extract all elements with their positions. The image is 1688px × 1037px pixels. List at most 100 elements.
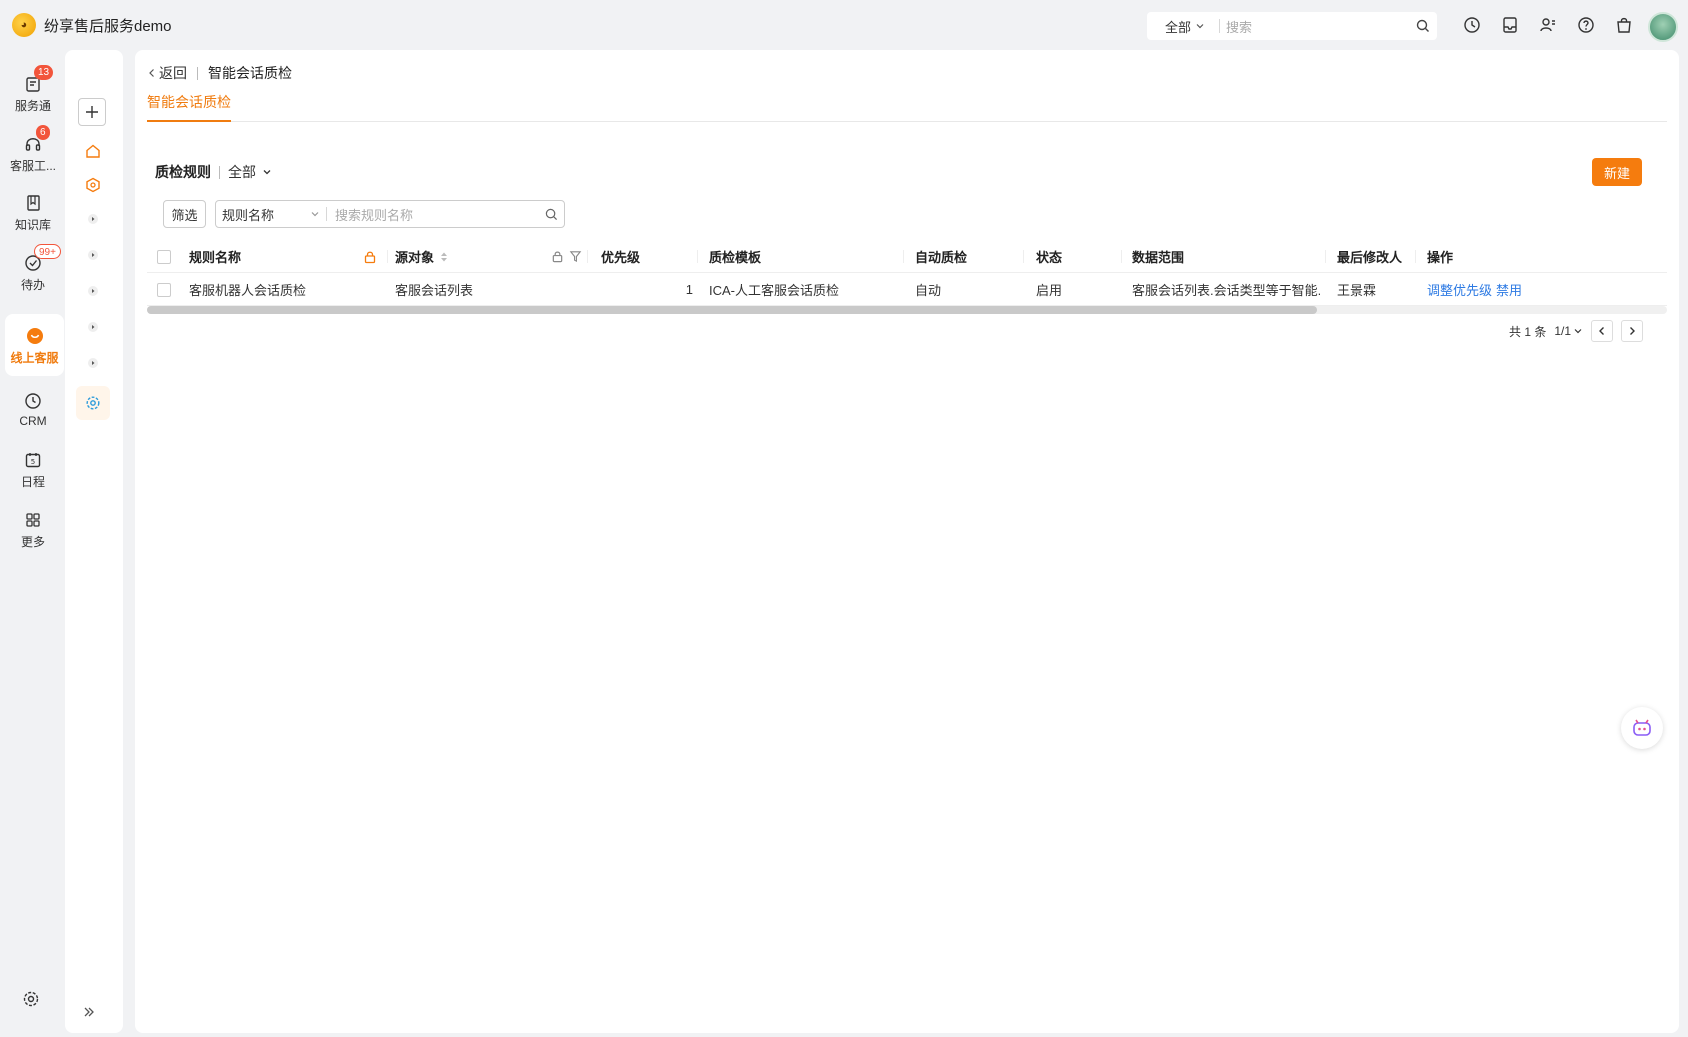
column-header[interactable]: 源对象 [395,240,448,273]
nav-item-schedule[interactable]: 5 日程 [4,441,62,497]
row-checkbox[interactable] [157,273,171,306]
data-scope: 客服会话列表.会话类型等于智能... [1132,283,1320,298]
book-icon [22,192,44,214]
add-button[interactable] [78,98,106,126]
priority: 1 [685,282,693,297]
nav-item-service[interactable]: 13 服务通 [4,64,62,121]
chevron-left-icon [149,69,154,77]
chevron-down-icon [1574,329,1582,334]
rule-name[interactable]: 客服机器人会话质检 [189,273,379,306]
top-toolbar [1460,13,1636,37]
expand-icon[interactable] [83,1006,95,1021]
nav-label: 服务通 [14,98,51,113]
view-select[interactable]: 全部 [228,162,272,182]
column-header[interactable]: 最后修改人 [1337,240,1402,273]
global-search[interactable]: 全部 搜索 [1147,12,1437,40]
inbox-icon[interactable] [1498,13,1522,37]
nav-label: 客服工... [9,158,56,173]
grid-icon [22,509,44,531]
divider [697,250,698,263]
page-select[interactable]: 1/1 [1554,324,1583,338]
nav-item-more[interactable]: 更多 [4,501,62,557]
caret-right-icon[interactable] [80,278,106,304]
contacts-icon[interactable] [1536,13,1560,37]
table-header: 规则名称 源对象 优先级 质检模板 自动质检 状态 数据范围 最后修改人 操作 [147,240,1667,273]
page-title: 智能会话质检 [208,65,292,81]
chevron-down-icon [263,170,271,175]
settings-icon[interactable] [22,990,40,1011]
divider [1219,19,1220,33]
adjust-priority-link[interactable]: 调整优先级 [1427,280,1492,299]
filter-icon[interactable] [569,240,582,273]
column-header[interactable]: 自动质检 [915,240,967,273]
search-scope-select[interactable]: 全部 [1147,17,1215,36]
lock-icon [551,240,564,273]
search-scope-label: 全部 [1165,19,1192,35]
user-avatar[interactable] [1648,12,1678,42]
secondary-nav [65,50,123,1033]
list-title: 质检规则 [155,164,211,180]
divider [219,165,220,179]
chevron-left-icon [1599,327,1605,335]
new-button[interactable]: 新建 [1592,158,1642,186]
chevron-down-icon [311,212,319,217]
nav-item-online-service[interactable]: 线上客服 [5,314,64,376]
search-icon[interactable] [538,208,564,221]
search-icon[interactable] [1409,19,1437,33]
nav-item-knowledge[interactable]: 知识库 [4,184,62,240]
home-icon[interactable] [80,138,106,164]
divider [1325,250,1326,263]
caret-right-icon[interactable] [80,350,106,376]
nav-item-crm[interactable]: CRM [4,381,62,437]
column-header: 操作 [1427,250,1454,265]
horizontal-scrollbar[interactable] [147,306,1667,314]
column-header[interactable]: 规则名称 [189,240,241,273]
select-all-checkbox[interactable] [157,240,171,273]
rule-search: 规则名称 搜索规则名称 [215,200,565,228]
divider [1023,250,1024,263]
page-label: 1/1 [1554,324,1572,338]
total-count: 共 1 条 [1509,324,1547,339]
badge: 13 [34,64,54,80]
caret-right-icon[interactable] [80,314,106,340]
next-page-button[interactable] [1621,320,1644,342]
nav-label: 知识库 [14,217,51,232]
status: 启用 [1036,283,1063,298]
caret-right-icon[interactable] [80,206,106,232]
tab-smart-qc[interactable]: 智能会话质检 [147,92,231,122]
nav-item-todo[interactable]: 99+ 待办 [4,243,62,300]
column-header[interactable]: 优先级 [601,240,640,273]
tab-bar: 智能会话质检 [147,92,1667,122]
disable-link[interactable]: 禁用 [1496,280,1522,299]
nav-label: 日程 [20,474,45,489]
rule-search-input[interactable]: 搜索规则名称 [327,205,538,224]
history-icon[interactable] [1460,13,1484,37]
scrollbar-thumb[interactable] [147,306,1317,314]
badge: 6 [36,124,50,140]
search-field-select[interactable]: 规则名称 [216,205,326,224]
nav-label: CRM [19,414,47,428]
ai-assistant-button[interactable] [1621,707,1663,749]
column-header[interactable]: 质检模板 [709,240,761,273]
column-header-label: 源对象 [395,250,435,265]
back-link[interactable]: 返回 [147,63,187,83]
prev-page-button[interactable] [1591,320,1614,342]
help-icon[interactable] [1574,13,1598,37]
column-header[interactable]: 数据范围 [1132,240,1184,273]
source-object: 客服会话列表 [395,283,474,298]
primary-nav: 13 服务通 6 客服工... 知识库 99+ 待办 线上客服 CRM 5 日程… [0,50,65,1037]
chat-icon [24,325,46,347]
sort-icon[interactable] [440,251,448,263]
chevron-down-icon [1196,24,1204,29]
nav-item-agent-workbench[interactable]: 6 客服工... [4,124,62,181]
shop-icon[interactable] [1612,13,1636,37]
robot-hex-icon[interactable] [80,172,106,198]
filter-button[interactable]: 筛选 [163,200,206,228]
gear-icon[interactable] [76,386,110,420]
search-input[interactable]: 搜索 [1226,17,1409,36]
table-row[interactable]: 客服机器人会话质检 客服会话列表 1 ICA-人工客服会话质检 自动 启用 客服… [147,273,1667,306]
caret-right-icon[interactable] [80,242,106,268]
breadcrumb: 返回 智能会话质检 [147,63,292,83]
column-header[interactable]: 状态 [1036,240,1062,273]
headset-icon: 6 [22,124,50,155]
